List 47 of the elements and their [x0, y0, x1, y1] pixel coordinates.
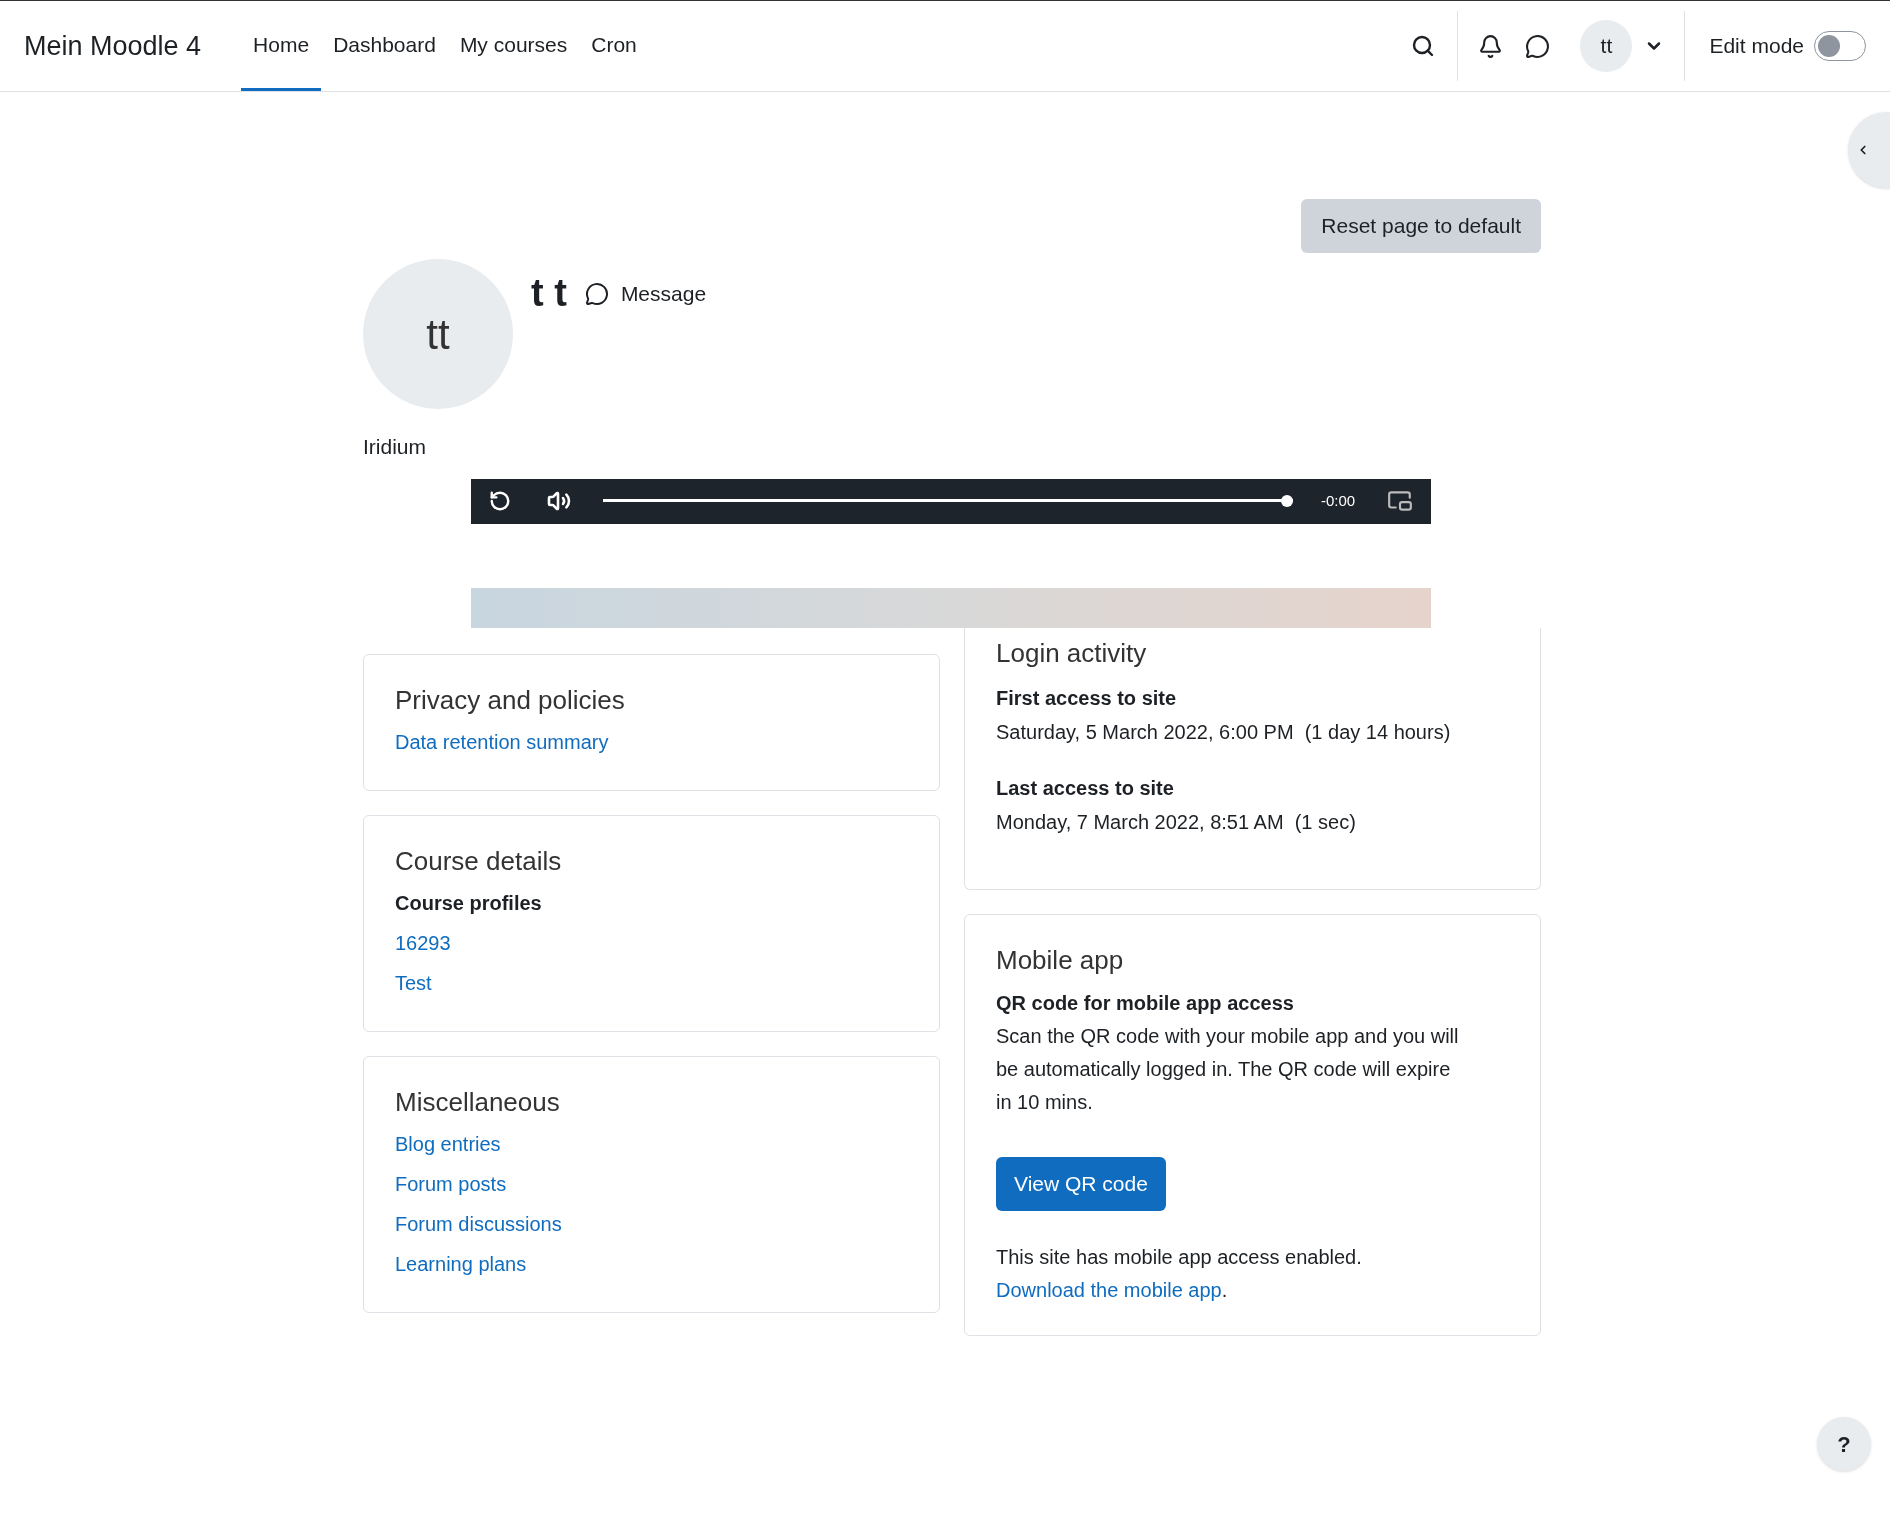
messages-icon[interactable] — [1525, 33, 1551, 59]
nav-tab[interactable]: Dashboard — [321, 1, 448, 91]
card-link[interactable]: Forum posts — [395, 1172, 507, 1195]
profile-description: Iridium — [363, 434, 427, 460]
volume-icon[interactable] — [547, 489, 571, 513]
download-app-link[interactable]: Download the mobile app — [996, 1278, 1222, 1301]
card-title: Mobile app — [996, 943, 1125, 977]
nav-tab[interactable]: Cron — [579, 1, 649, 91]
nav-tab[interactable]: Home — [241, 1, 322, 91]
access-time: Monday, 7 March 2022, 8:51 AM (1 sec) — [996, 809, 1357, 835]
card-link[interactable]: Forum discussions — [395, 1212, 562, 1235]
progress-track[interactable] — [603, 495, 1293, 507]
reset-page-button[interactable]: Reset page to default — [1301, 199, 1541, 253]
app-access-note: This site has mobile app access enabled. — [996, 1244, 1363, 1270]
section-heading: Course profiles — [395, 890, 543, 916]
nav-tab[interactable]: My courses — [447, 1, 580, 91]
message-link[interactable]: Message — [584, 277, 707, 310]
card-link[interactable]: Test — [395, 971, 432, 994]
section-heading: Last access to site — [996, 775, 1175, 801]
edit-mode-switch[interactable] — [1814, 31, 1866, 61]
search-icon[interactable] — [1411, 34, 1436, 58]
profile-avatar: tt — [363, 259, 513, 409]
card-title: Privacy and policies — [395, 683, 626, 717]
notification-bell-icon[interactable] — [1478, 33, 1504, 59]
user-name: t t — [531, 271, 567, 316]
help-button[interactable]: ? — [1817, 1417, 1871, 1471]
card-title: Course details — [395, 844, 563, 878]
user-avatar[interactable]: tt — [1580, 20, 1633, 72]
card-link[interactable]: Data retention summary — [395, 730, 609, 753]
progress-thumb[interactable] — [1281, 495, 1293, 507]
speech-bubble-icon — [584, 281, 609, 306]
site-name[interactable]: Mein Moodle 4 — [24, 25, 202, 67]
card-title: Login activity — [996, 636, 1148, 670]
card-link[interactable]: Learning plans — [395, 1252, 527, 1275]
edit-mode-label: Edit mode — [1709, 33, 1804, 60]
qr-description: Scan the QR code with your mobile app and you will be automatically logged in. The QR code will expire in 10 mins. — [996, 1023, 1460, 1115]
period-text: . — [1221, 1278, 1228, 1301]
access-time: Saturday, 5 March 2022, 6:00 PM (1 day 14 hours) — [996, 719, 1452, 745]
section-heading: QR code for mobile app access — [996, 990, 1295, 1016]
picture-in-picture-icon[interactable] — [1387, 488, 1413, 514]
view-qr-button[interactable]: View QR code — [996, 1156, 1166, 1211]
card-title: Miscellaneous — [395, 1085, 561, 1119]
replay-icon[interactable] — [489, 490, 511, 512]
card-link[interactable]: Blog entries — [395, 1132, 501, 1155]
card-link[interactable]: 16293 — [395, 931, 451, 954]
time-remaining: -0:00 — [1321, 490, 1356, 511]
section-heading: First access to site — [996, 685, 1178, 711]
